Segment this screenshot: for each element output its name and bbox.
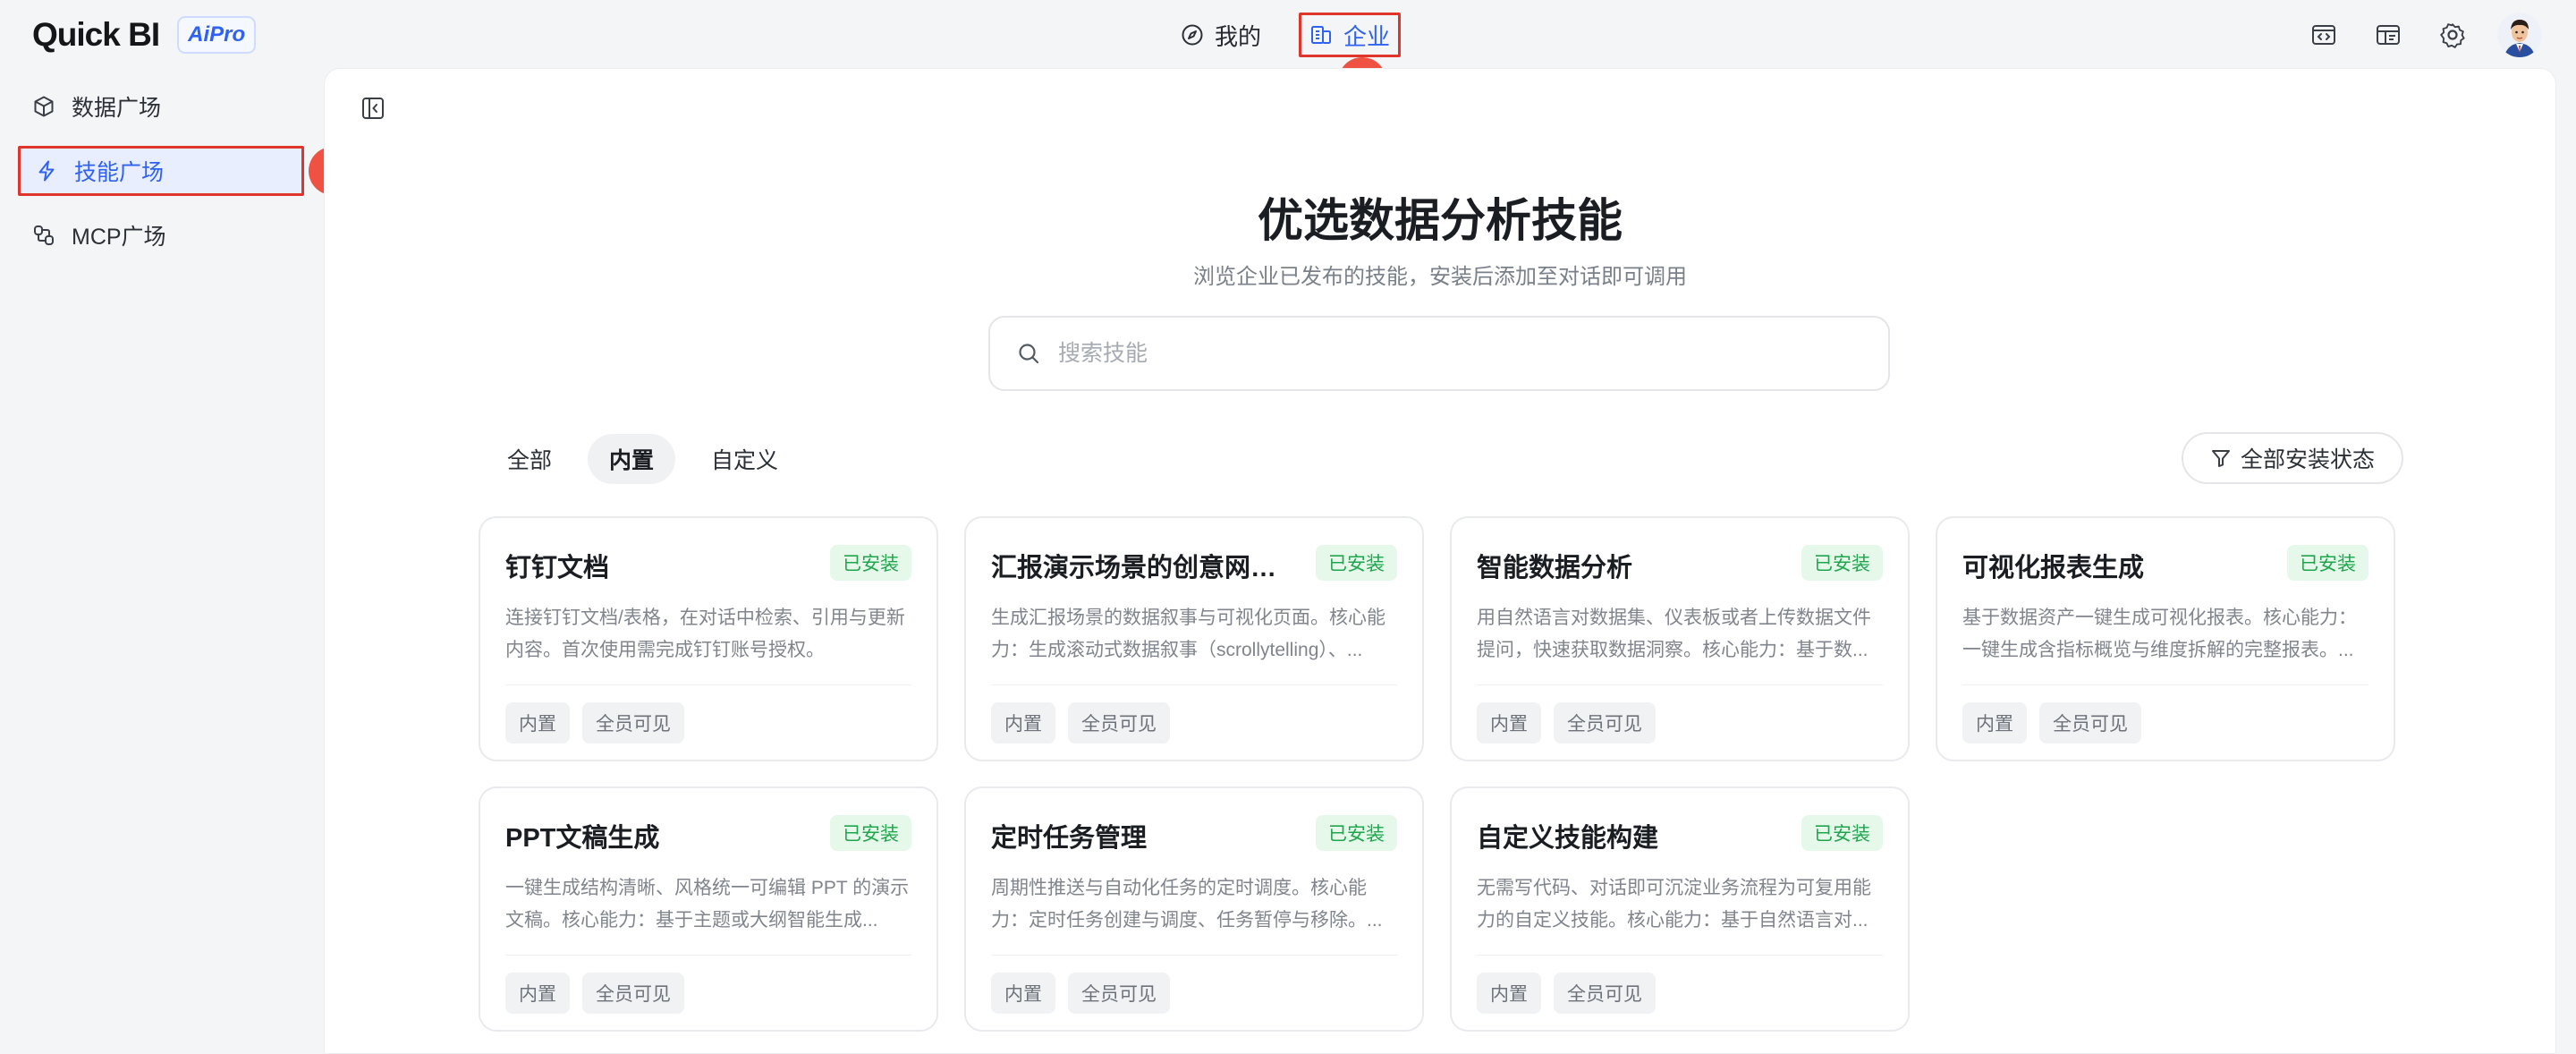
tag-builtin: 内置	[505, 973, 570, 1014]
filter-label: 全部安装状态	[2240, 447, 2375, 472]
card-tags: 内置 全员可见	[991, 973, 1182, 1014]
divider	[1477, 955, 1883, 956]
sidebar-item-skill-square[interactable]: 技能广场	[18, 146, 304, 196]
compass-icon	[1182, 24, 1203, 46]
installed-badge: 已安装	[830, 815, 911, 851]
card-description: 连接钉钉文档/表格，在对话中检索、引用与更新内容。首次使用需完成钉钉账号授权。	[505, 608, 905, 660]
top-nav: 我的 企业	[1172, 13, 1402, 57]
cube-icon	[34, 96, 54, 117]
sidebar-item-label: 数据广场	[72, 96, 162, 121]
divider	[505, 955, 911, 956]
card-title: 自定义技能构建	[1477, 824, 1659, 853]
tag-builtin: 内置	[991, 973, 1055, 1014]
top-actions	[2281, 13, 2576, 57]
card-title: 钉钉文档	[505, 554, 610, 582]
nav-enterprise[interactable]: 企业	[1299, 13, 1402, 57]
skill-card[interactable]: 可视化报表生成 已安装 基于数据资产一键生成可视化报表。核心能力：一键生成含指标…	[1936, 516, 2395, 761]
dashboard-icon[interactable]	[2367, 13, 2410, 56]
card-description: 一键生成结构清晰、风格统一可编辑 PPT 的演示文稿。核心能力：基于主题或大纲智…	[505, 878, 910, 931]
tag-visibility: 全员可见	[582, 973, 684, 1014]
skill-card[interactable]: 定时任务管理 已安装 周期性推送与自动化任务的定时调度。核心能力：定时任务创建与…	[964, 786, 1424, 1032]
install-status-filter[interactable]: 全部安装状态	[2182, 432, 2403, 484]
sidebar-item-mcp-square[interactable]: MCP广场	[18, 211, 302, 259]
tab-builtin[interactable]: 内置	[588, 434, 676, 484]
skill-card[interactable]: 智能数据分析 已安装 用自然语言对数据集、仪表板或者上传数据文件提问，快速获取数…	[1450, 516, 1910, 761]
skill-card[interactable]: PPT文稿生成 已安装 一键生成结构清晰、风格统一可编辑 PPT 的演示文稿。核…	[479, 786, 938, 1032]
installed-badge: 已安装	[1801, 545, 1883, 581]
card-tags: 内置 全员可见	[1477, 973, 1668, 1014]
tag-builtin: 内置	[505, 702, 570, 744]
nav-mine[interactable]: 我的	[1172, 14, 1270, 55]
tag-visibility: 全员可见	[1554, 702, 1656, 744]
card-tags: 内置 全员可见	[505, 973, 697, 1014]
search-box[interactable]	[988, 316, 1890, 391]
installed-badge: 已安装	[1316, 545, 1397, 581]
card-title: 智能数据分析	[1477, 554, 1633, 582]
category-tabs: 全部 内置 自定义	[486, 434, 814, 484]
tag-visibility: 全员可见	[582, 702, 684, 744]
tag-visibility: 全员可见	[1068, 702, 1170, 744]
main-panel: 优选数据分析技能 浏览企业已发布的技能，安装后添加至对话即可调用 全部 内置 自…	[324, 68, 2556, 1054]
skill-card[interactable]: 自定义技能构建 已安装 无需写代码、对话即可沉淀业务流程为可复用能力的自定义技能…	[1450, 786, 1910, 1032]
installed-badge: 已安装	[2287, 545, 2368, 581]
divider	[991, 955, 1397, 956]
tag-builtin: 内置	[1477, 702, 1541, 744]
skill-card[interactable]: 汇报演示场景的创意网页... 已安装 生成汇报场景的数据叙事与可视化页面。核心能…	[964, 516, 1424, 761]
divider	[991, 684, 1397, 685]
sidebar-item-label: MCP广场	[72, 225, 166, 250]
plug-icon	[34, 225, 54, 245]
installed-badge: 已安装	[1801, 815, 1883, 851]
gear-icon[interactable]	[2431, 13, 2474, 56]
sidebar-item-data-square[interactable]: 数据广场	[18, 82, 302, 131]
installed-badge: 已安装	[830, 545, 911, 581]
logo-text: Quick BI	[32, 16, 160, 53]
divider	[1477, 684, 1883, 685]
tag-visibility: 全员可见	[2039, 702, 2141, 744]
search-icon	[1019, 344, 1039, 364]
card-tags: 内置 全员可见	[991, 702, 1182, 744]
card-description: 用自然语言对数据集、仪表板或者上传数据文件提问，快速获取数据洞察。核心能力：基于…	[1477, 608, 1871, 660]
installed-badge: 已安装	[1316, 815, 1397, 851]
ai-pro-badge: AiPro	[177, 16, 257, 54]
nav-enterprise-label: 企业	[1343, 22, 1391, 50]
card-title: 定时任务管理	[991, 824, 1148, 853]
filter-icon	[2211, 450, 2230, 467]
sidebar: 数据广场 技能广场 MCP广场 2	[0, 68, 357, 1040]
tag-visibility: 全员可见	[1068, 973, 1170, 1014]
code-window-icon[interactable]	[2302, 13, 2345, 56]
tab-all[interactable]: 全部	[486, 434, 573, 484]
card-title: 汇报演示场景的创意网页...	[991, 554, 1295, 582]
card-description: 基于数据资产一键生成可视化报表。核心能力：一键生成含指标概览与维度拆解的完整报表…	[1962, 608, 2357, 660]
tag-builtin: 内置	[1962, 702, 2027, 744]
app-logo[interactable]: Quick BI AiPro	[32, 16, 257, 54]
card-tags: 内置 全员可见	[1477, 702, 1668, 744]
card-description: 无需写代码、对话即可沉淀业务流程为可复用能力的自定义技能。核心能力：基于自然语言…	[1477, 878, 1871, 931]
card-tags: 内置 全员可见	[1962, 702, 2154, 744]
card-title: 可视化报表生成	[1962, 554, 2145, 582]
tag-builtin: 内置	[1477, 973, 1541, 1014]
tab-custom[interactable]: 自定义	[690, 434, 800, 484]
page-subtitle: 浏览企业已发布的技能，安装后添加至对话即可调用	[1193, 265, 1687, 289]
skill-card[interactable]: 钉钉文档 已安装 连接钉钉文档/表格，在对话中检索、引用与更新内容。首次使用需完…	[479, 516, 938, 761]
building-icon	[1311, 26, 1332, 44]
tag-builtin: 内置	[991, 702, 1055, 744]
user-avatar[interactable]	[2497, 13, 2542, 57]
collapse-sidebar-icon[interactable]	[357, 92, 389, 124]
divider	[1962, 684, 2368, 685]
card-title: PPT文稿生成	[505, 824, 660, 853]
lightning-icon	[38, 160, 55, 182]
tag-visibility: 全员可见	[1554, 973, 1656, 1014]
top-bar: Quick BI AiPro 我的 企业 1	[0, 0, 2576, 106]
card-description: 生成汇报场景的数据叙事与可视化页面。核心能力：生成滚动式数据叙事（scrolly…	[991, 608, 1385, 660]
divider	[505, 684, 911, 685]
card-description: 周期性推送与自动化任务的定时调度。核心能力：定时任务创建与调度、任务暂停与移除。…	[991, 878, 1383, 931]
nav-mine-label: 我的	[1215, 22, 1262, 50]
card-tags: 内置 全员可见	[505, 702, 697, 744]
search-input[interactable]	[1056, 339, 1865, 368]
page-title: 优选数据分析技能	[1257, 195, 1623, 246]
sidebar-item-label: 技能广场	[74, 160, 165, 185]
